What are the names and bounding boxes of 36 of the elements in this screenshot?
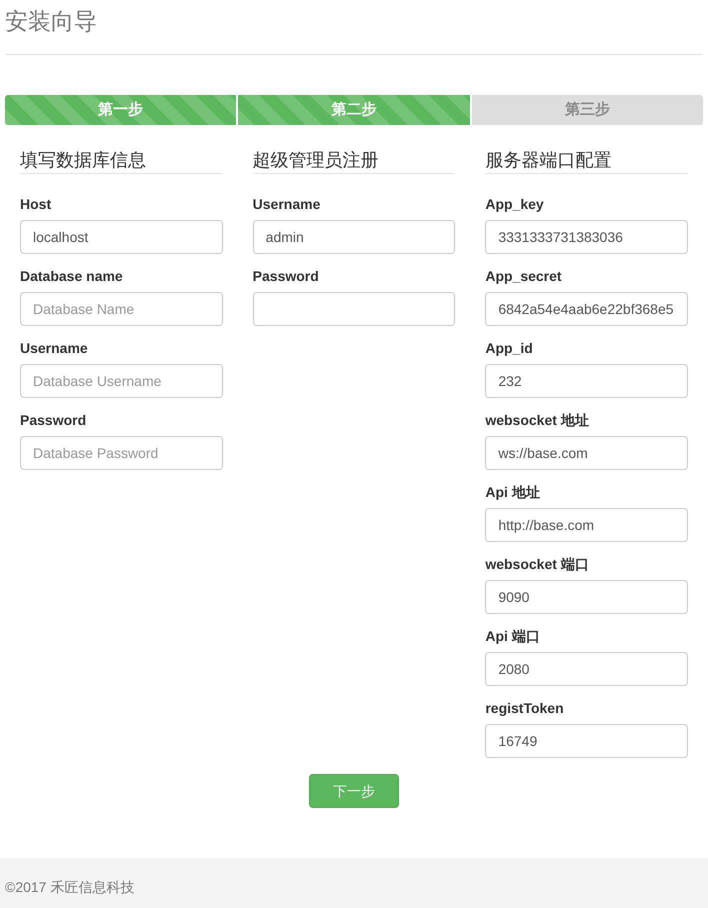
input-field[interactable]: 3331333731383036	[485, 220, 688, 254]
field-label: App_key	[485, 195, 544, 214]
field-label: websocket 地址	[485, 411, 589, 430]
input-field[interactable]: localhost	[20, 220, 223, 254]
input-field[interactable]: 6842a54e4aab6e22bf368e5	[485, 292, 688, 326]
input-field[interactable]: 2080	[485, 652, 688, 686]
page-title: 安装向导	[5, 7, 98, 36]
field-label: Username	[20, 339, 88, 358]
step-bar: 第三步	[472, 95, 703, 125]
field-label: App_id	[485, 339, 533, 358]
field-label: App_secret	[485, 267, 562, 286]
field-label: Username	[252, 195, 320, 214]
field-label: Password	[20, 411, 86, 430]
field-label: Password	[252, 267, 319, 286]
section-heading: 服务器端口配置	[485, 149, 688, 174]
field-label: registToken	[485, 699, 564, 718]
input-field[interactable]: Database Name	[20, 292, 223, 326]
field-label: Database name	[20, 267, 123, 286]
input-field[interactable]: Database Username	[20, 364, 223, 398]
input-field[interactable]: Database Password	[20, 436, 223, 470]
input-field[interactable]	[252, 292, 456, 326]
field-label: Api 端口	[485, 627, 540, 646]
section-heading: 填写数据库信息	[20, 149, 223, 174]
step-bar: 第一步	[5, 95, 236, 125]
footer-text: ©2017 禾匠信息科技	[5, 878, 134, 896]
field-label: Api 地址	[485, 483, 540, 502]
input-field[interactable]: admin	[252, 220, 456, 254]
field-label: Host	[20, 195, 52, 214]
field-label: websocket 端口	[485, 555, 589, 574]
input-field[interactable]: 232	[485, 364, 688, 398]
section-heading: 超级管理员注册	[252, 149, 456, 174]
step-bar: 第二步	[238, 95, 470, 125]
input-field[interactable]: 16749	[485, 724, 688, 758]
input-field[interactable]: 9090	[485, 580, 688, 614]
input-field[interactable]: http://base.com	[485, 508, 688, 542]
input-field[interactable]: ws://base.com	[485, 436, 688, 470]
